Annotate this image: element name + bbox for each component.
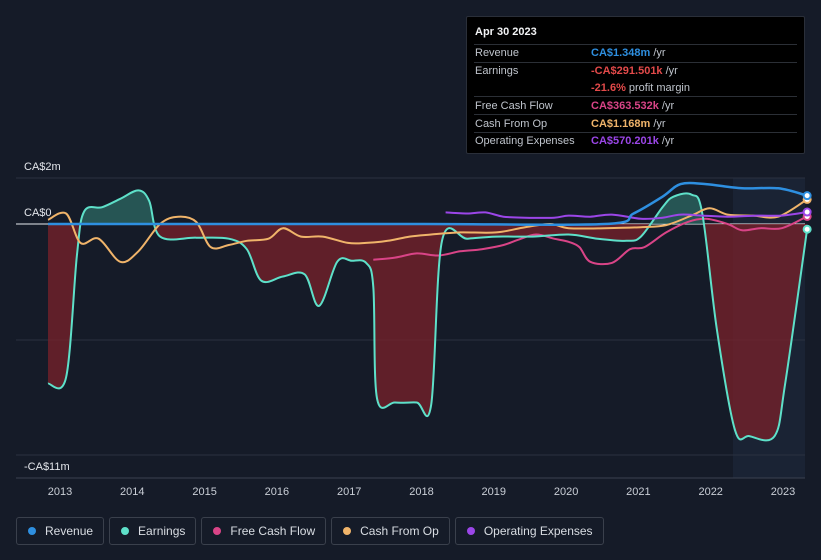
tooltip-unit: profit margin: [628, 81, 690, 94]
tooltip-unit: /yr: [661, 99, 675, 112]
x-tick-label: 2021: [626, 486, 650, 498]
x-tick-label: 2022: [698, 486, 722, 498]
earnings-loss-area: [48, 224, 808, 441]
x-tick-label: 2013: [48, 486, 72, 498]
y-label-bottom: -CA$11m: [24, 461, 70, 473]
tooltip-row: Revenue CA$1.348m/yr: [474, 44, 797, 62]
legend-item-free-cash-flow[interactable]: Free Cash Flow: [201, 517, 327, 545]
tooltip-value: CA$1.168m: [591, 117, 651, 130]
tooltip-row: Free Cash Flow CA$363.532k/yr: [474, 96, 797, 114]
legend-item-earnings[interactable]: Earnings: [109, 517, 197, 545]
tooltip-unit: /yr: [653, 47, 666, 60]
tooltip-key: Revenue: [475, 47, 520, 60]
legend-dot-icon: [28, 527, 36, 535]
revenue-end-marker: [802, 191, 812, 201]
legend-label: Cash From Op: [360, 524, 439, 538]
x-tick-label: 2023: [771, 486, 795, 498]
tooltip-row: Earnings -CA$291.501k/yr: [474, 61, 797, 80]
x-tick-label: 2015: [192, 486, 216, 498]
x-tick-label: 2016: [265, 486, 289, 498]
y-label-top: CA$2m: [24, 161, 61, 173]
tooltip-row: Operating Expenses CA$570.201k/yr: [474, 131, 797, 150]
tooltip-rows: Revenue CA$1.348m/yr Earnings -CA$291.501k /…: [474, 44, 797, 150]
legend-dot-icon: [343, 527, 352, 535]
y-label-zero: CA$0: [24, 207, 52, 219]
tooltip-key: Operating Expenses: [475, 135, 575, 148]
legend-label: Revenue: [45, 524, 94, 538]
tooltip-row: Cash From Op CA$1.168m/yr: [474, 114, 797, 132]
legend-item-revenue[interactable]: Revenue: [16, 517, 105, 545]
legend-label: Free Cash Flow: [230, 524, 316, 538]
tooltip-unit: /yr: [661, 135, 675, 148]
tooltip-value: CA$363.532k: [591, 99, 659, 112]
tooltip-value: CA$1.348m: [591, 47, 651, 60]
tooltip-unit: /yr: [653, 117, 666, 130]
tooltip-key: Free Cash Flow: [475, 99, 553, 112]
tooltip-key: Earnings: [475, 65, 519, 78]
series-areas: [48, 190, 808, 441]
x-tick-label: 2014: [120, 486, 144, 498]
earnings-end-marker: [802, 224, 812, 234]
x-axis: 2013 2014 2015 2016 2017 2018 2019 2020 2021 2022…: [48, 486, 795, 498]
x-tick-label: 2018: [409, 486, 433, 498]
tooltip-value: -CA$291.501k: [591, 65, 663, 78]
x-tick-label: 2020: [554, 486, 578, 498]
tooltip-key: Cash From Op: [475, 117, 548, 130]
tooltip-date: Apr 30 2023: [475, 26, 537, 38]
x-tick-label: 2017: [337, 486, 361, 498]
legend-item-operating-expenses[interactable]: Operating Expenses: [454, 517, 604, 545]
operating-expenses-end-marker: [802, 207, 812, 217]
tooltip-value: -21.6%: [591, 81, 626, 94]
tooltip-panel: Apr 30 2023 Revenue CA$1.348m/yr Earnings -…: [466, 16, 805, 154]
tooltip-row: -21.6% profit margin: [474, 80, 797, 97]
tooltip-unit: /yr: [665, 65, 678, 78]
x-tick-label: 2019: [482, 486, 506, 498]
tooltip-value: CA$570.201k: [591, 135, 659, 148]
legend-label: Operating Expenses: [483, 524, 593, 538]
legend-dot-icon: [121, 527, 130, 535]
legend: Revenue Earnings Free Cash Flow Cash From O…: [16, 517, 604, 545]
legend-label: Earnings: [138, 524, 186, 538]
legend-dot-icon: [466, 527, 475, 535]
legend-dot-icon: [213, 527, 222, 535]
legend-item-cash-from-op[interactable]: Cash From Op: [331, 517, 450, 545]
